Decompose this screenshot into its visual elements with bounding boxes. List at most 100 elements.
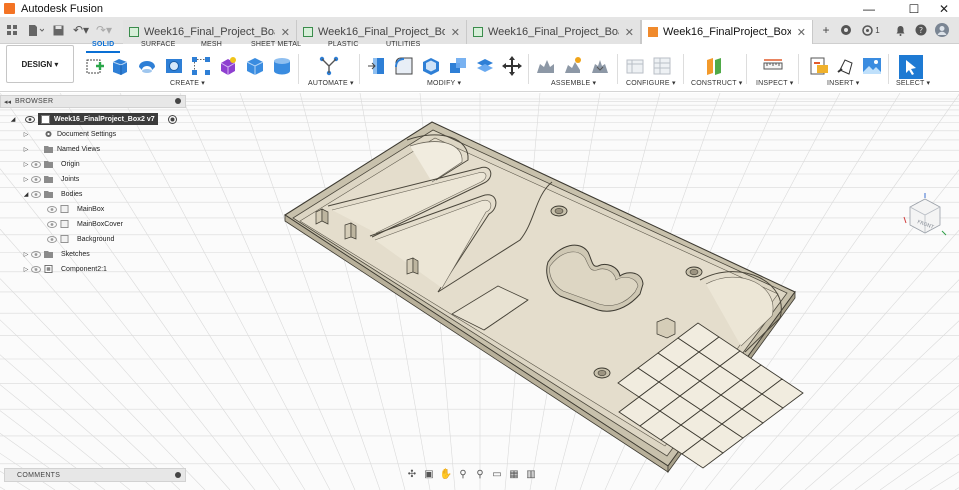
pattern-icon[interactable] bbox=[190, 55, 212, 77]
as-built-joint-icon[interactable] bbox=[589, 55, 611, 77]
viewports-icon[interactable]: ▥ bbox=[524, 468, 538, 480]
extensions-icon[interactable] bbox=[838, 22, 854, 38]
group-insert[interactable]: INSERT ▾ bbox=[827, 79, 859, 87]
browser-item-bodies[interactable]: ◢ Bodies bbox=[22, 187, 82, 201]
tab-document-active[interactable]: Week16_FinalProject_Box2 v7* ✕ bbox=[641, 20, 813, 44]
browser-root-node[interactable]: Week16_FinalProject_Box2 v7 bbox=[38, 113, 158, 125]
pin-icon[interactable] bbox=[175, 98, 181, 104]
group-select[interactable]: SELECT ▾ bbox=[896, 79, 930, 87]
hole-icon[interactable] bbox=[163, 55, 185, 77]
look-at-icon[interactable]: ▣ bbox=[422, 468, 436, 480]
close-tab-icon[interactable]: ✕ bbox=[451, 26, 460, 39]
close-tab-icon[interactable]: ✕ bbox=[281, 26, 290, 39]
visibility-eye-icon[interactable] bbox=[46, 205, 58, 213]
tab-mesh[interactable]: MESH bbox=[201, 41, 222, 53]
browser-item-document-settings[interactable]: ▷ Document Settings bbox=[22, 127, 116, 141]
press-pull-icon[interactable] bbox=[366, 55, 388, 77]
group-assemble[interactable]: ASSEMBLE ▾ bbox=[551, 79, 596, 87]
browser-item-mainboxcover[interactable]: MainBoxCover bbox=[46, 217, 123, 231]
new-tab-icon[interactable]: + bbox=[818, 22, 834, 38]
zoom-icon[interactable]: ⚲ bbox=[456, 468, 470, 480]
maximize-button[interactable]: ☐ bbox=[899, 0, 929, 17]
select-icon[interactable] bbox=[899, 55, 923, 79]
avatar[interactable] bbox=[934, 22, 950, 38]
shell-icon[interactable] bbox=[420, 55, 442, 77]
revolve-icon[interactable] bbox=[136, 55, 158, 77]
extrude-icon[interactable] bbox=[109, 55, 131, 77]
comments-panel[interactable]: COMMENTS bbox=[4, 468, 186, 482]
activate-component-icon[interactable] bbox=[168, 112, 177, 126]
insert-canvas-icon[interactable] bbox=[861, 55, 883, 77]
file-menu-icon[interactable] bbox=[27, 23, 45, 37]
visibility-eye-icon[interactable] bbox=[30, 250, 42, 258]
combine-icon[interactable] bbox=[447, 55, 469, 77]
minimize-button[interactable]: — bbox=[854, 0, 884, 17]
tab-plastic[interactable]: PLASTIC bbox=[328, 41, 359, 53]
undo-icon[interactable]: ↶▾ bbox=[72, 23, 90, 37]
tab-surface[interactable]: SURFACE bbox=[141, 41, 175, 53]
collapse-panel-icon[interactable]: ◂◂ bbox=[4, 98, 11, 106]
group-automate[interactable]: AUTOMATE ▾ bbox=[308, 79, 354, 87]
browser-item-joints[interactable]: ▷ Joints bbox=[22, 172, 79, 186]
job-status-icon[interactable]: 1 bbox=[860, 22, 882, 38]
visibility-eye-icon[interactable] bbox=[46, 235, 58, 243]
joint-icon[interactable] bbox=[562, 55, 584, 77]
group-inspect[interactable]: INSPECT ▾ bbox=[756, 79, 793, 87]
visibility-eye-icon[interactable] bbox=[30, 175, 42, 183]
browser-header[interactable]: ◂◂ BROWSER bbox=[0, 95, 186, 108]
new-component-icon[interactable] bbox=[535, 55, 557, 77]
group-modify[interactable]: MODIFY ▾ bbox=[427, 79, 461, 87]
workspace-switcher-button[interactable]: DESIGN ▾ bbox=[6, 45, 74, 83]
visibility-eye-icon[interactable] bbox=[30, 160, 42, 168]
box-icon[interactable] bbox=[244, 55, 266, 77]
view-cube[interactable]: FRONT bbox=[902, 193, 948, 243]
automate-icon[interactable] bbox=[318, 55, 340, 77]
group-create[interactable]: CREATE ▾ bbox=[170, 79, 205, 87]
data-panel-icon[interactable] bbox=[6, 23, 18, 37]
browser-item-origin[interactable]: ▷ Origin bbox=[22, 157, 80, 171]
tab-sheet-metal[interactable]: SHEET METAL bbox=[251, 41, 301, 53]
add-comment-icon[interactable] bbox=[175, 472, 181, 478]
create-sketch-icon[interactable] bbox=[84, 55, 106, 77]
comments-title: COMMENTS bbox=[17, 471, 61, 479]
group-configure[interactable]: CONFIGURE ▾ bbox=[626, 79, 676, 87]
visibility-eye-icon[interactable] bbox=[30, 190, 42, 198]
close-tab-icon[interactable]: ✕ bbox=[797, 26, 806, 39]
browser-item-named-views[interactable]: ▷ Named Views bbox=[22, 142, 100, 156]
orbit-icon[interactable]: ✣ bbox=[405, 468, 419, 480]
root-expand-arrow[interactable]: ◢ bbox=[9, 112, 17, 126]
visibility-eye-icon[interactable] bbox=[46, 220, 58, 228]
tab-document[interactable]: Week16_Final_Project_Board v10 ✕ bbox=[467, 20, 641, 44]
redo-icon[interactable]: ↷▾ bbox=[95, 23, 113, 37]
browser-item-sketches[interactable]: ▷ Sketches bbox=[22, 247, 90, 261]
notifications-icon[interactable] bbox=[892, 22, 908, 38]
help-icon[interactable]: ? bbox=[913, 22, 929, 38]
browser-item-mainbox[interactable]: MainBox bbox=[46, 202, 104, 216]
insert-derive-icon[interactable] bbox=[808, 55, 830, 77]
save-icon[interactable] bbox=[52, 23, 64, 37]
root-visibility-eye-icon[interactable] bbox=[24, 112, 36, 126]
fillet-icon[interactable] bbox=[393, 55, 415, 77]
visibility-eye-icon[interactable] bbox=[30, 265, 42, 273]
measure-icon[interactable] bbox=[762, 55, 784, 77]
browser-item-background[interactable]: Background bbox=[46, 232, 114, 246]
move-icon[interactable] bbox=[501, 55, 523, 77]
configure-icon[interactable] bbox=[624, 55, 646, 77]
tab-document[interactable]: Week16_Final_Project_Board v9 ✕ bbox=[297, 20, 467, 44]
zoom-window-icon[interactable]: ⚲ bbox=[473, 468, 487, 480]
tab-utilities[interactable]: UTILITIES bbox=[386, 41, 420, 53]
form-icon[interactable] bbox=[217, 55, 239, 77]
pan-icon[interactable]: ✋ bbox=[439, 468, 453, 480]
scale-icon[interactable] bbox=[474, 55, 496, 77]
close-tab-icon[interactable]: ✕ bbox=[625, 26, 634, 39]
navigation-bar: ✣ ▣ ✋ ⚲ ⚲ ▭ ▦ ▥ bbox=[405, 466, 555, 482]
insert-mesh-icon[interactable] bbox=[835, 55, 857, 77]
display-settings-icon[interactable]: ▭ bbox=[490, 468, 504, 480]
offset-plane-icon[interactable] bbox=[703, 55, 725, 77]
browser-item-component[interactable]: ▷ Component2:1 bbox=[22, 262, 107, 276]
cylinder-icon[interactable] bbox=[271, 55, 293, 77]
close-window-button[interactable]: ✕ bbox=[929, 0, 959, 17]
configuration-table-icon[interactable] bbox=[651, 55, 673, 77]
group-construct[interactable]: CONSTRUCT ▾ bbox=[691, 79, 742, 87]
grid-settings-icon[interactable]: ▦ bbox=[507, 468, 521, 480]
